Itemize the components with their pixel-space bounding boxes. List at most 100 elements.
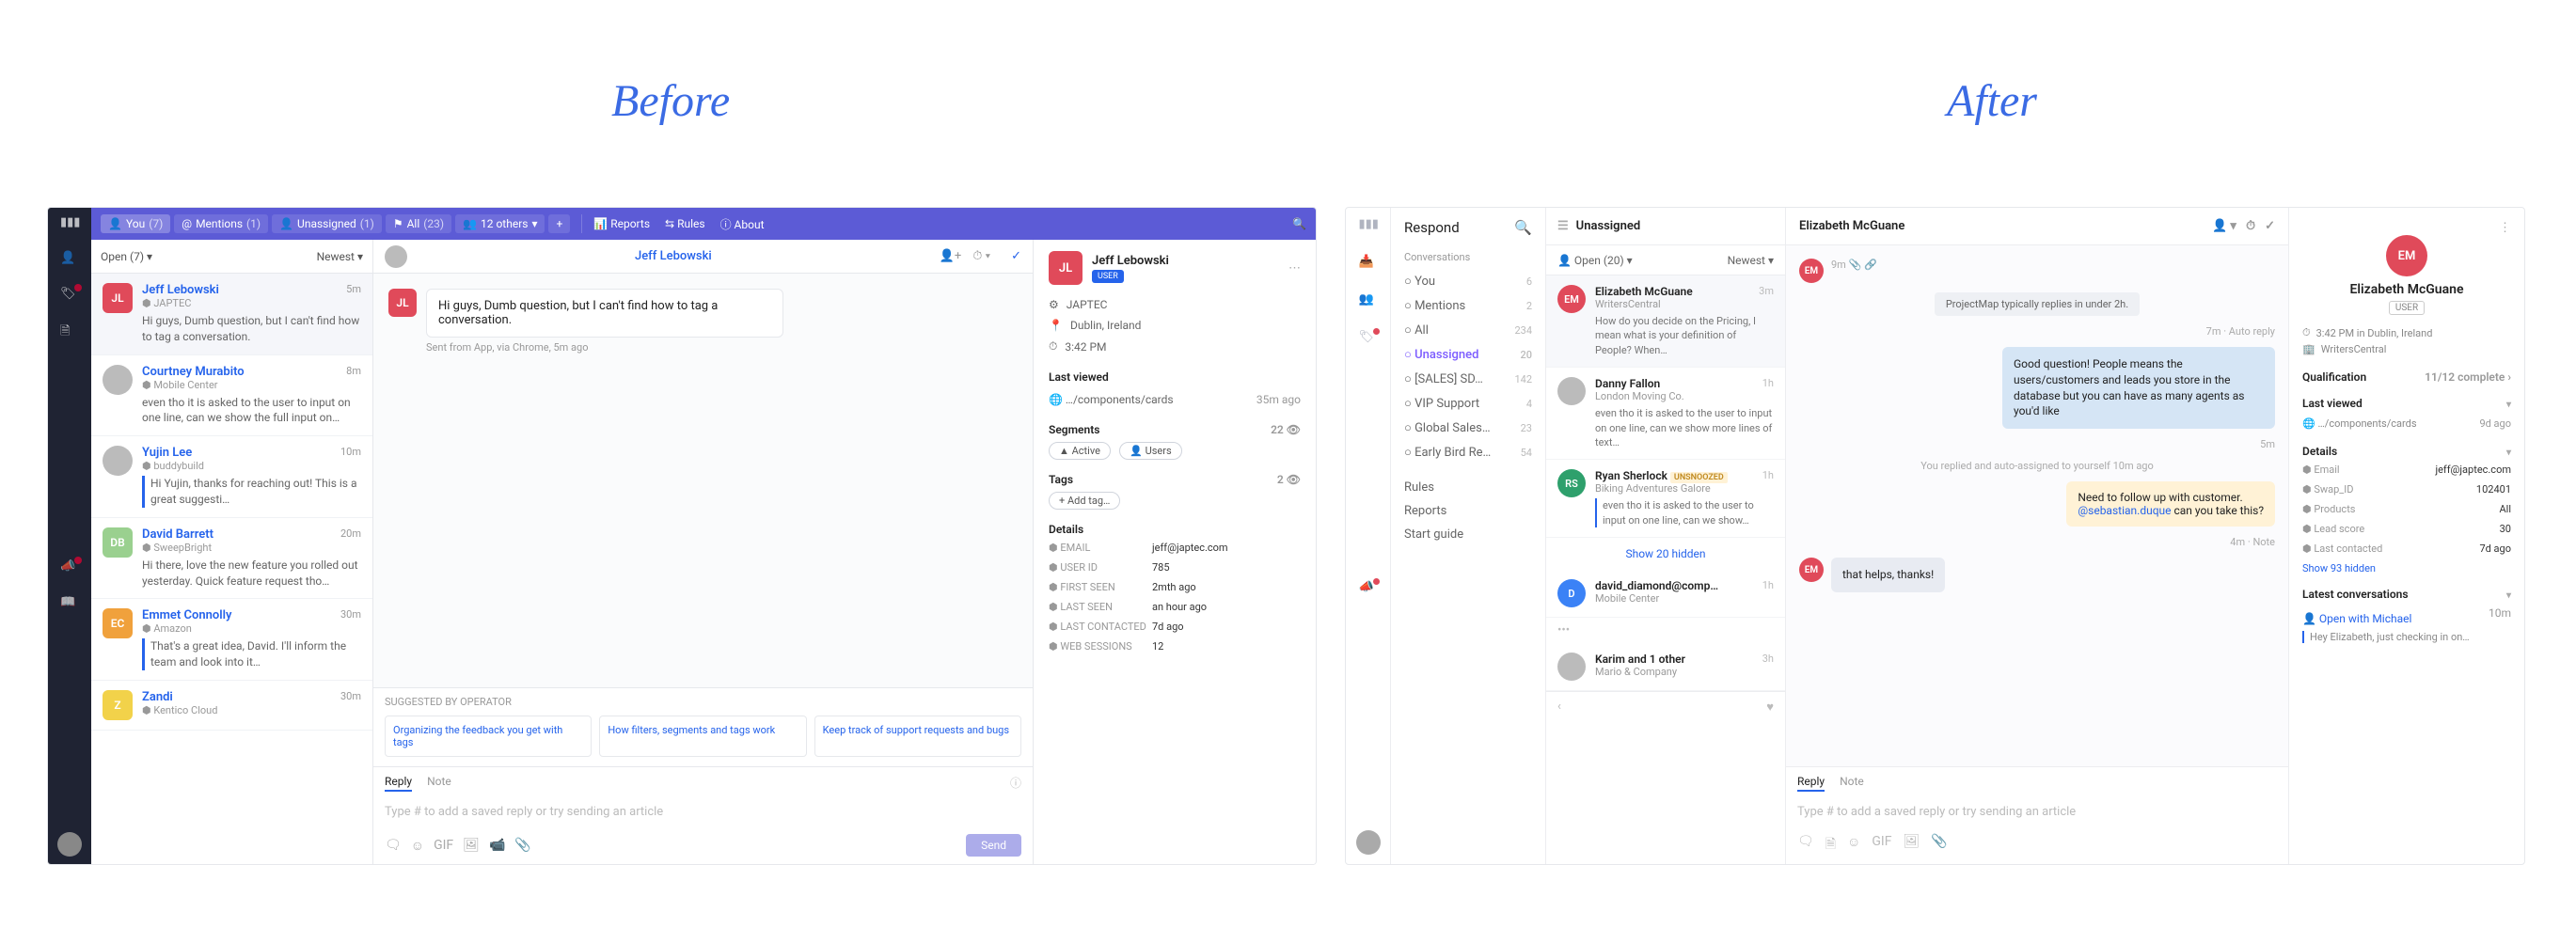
add-tag-button[interactable]: + Add tag… (1049, 492, 1120, 510)
tab-others[interactable]: 👥 12 others ▾ (455, 214, 545, 233)
logo-icon[interactable]: ▮▮▮ (1359, 217, 1378, 236)
nav-row[interactable]: ○ All234 (1404, 318, 1532, 342)
inbox-item[interactable]: Courtney Murabito8m ⬢ Mobile Center even… (91, 355, 372, 437)
nav-link-rules[interactable]: Rules (1404, 476, 1532, 499)
megaphone-icon[interactable]: 📣 (60, 559, 79, 578)
nav-row[interactable]: ○ Mentions2 (1404, 293, 1532, 318)
image-icon[interactable]: 🖼 (463, 838, 480, 854)
inbox-title: Unassigned (1576, 219, 1641, 233)
compose-input[interactable]: Type # to add a saved reply or try sendi… (1797, 797, 2277, 834)
info-icon[interactable]: ⓘ (1010, 775, 1021, 792)
note-bubble: Need to follow up with customer. @sebast… (2066, 481, 2275, 527)
tag-icon[interactable]: 🏷 (1359, 330, 1378, 349)
tab-unassigned[interactable]: 👤 Unassigned (1) (272, 214, 382, 233)
suggestion-card[interactable]: Organizing the feedback you get with tag… (385, 716, 592, 757)
article-icon[interactable]: 🗎 (1825, 834, 1836, 857)
people-icon[interactable]: 👥 (1359, 292, 1378, 311)
compose-tab-note[interactable]: Note (1840, 775, 1864, 792)
nav-row[interactable]: ○ VIP Support4 (1404, 391, 1532, 416)
nav-section-label: Conversations (1404, 251, 1532, 263)
logo-icon[interactable]: ▮▮▮ (60, 215, 79, 234)
latest-conversation-link[interactable]: 👤 Open with Michael (2302, 606, 2411, 631)
latest-conversations-title[interactable]: Latest conversations (2302, 588, 2511, 601)
user-avatar[interactable] (57, 832, 82, 857)
inbox-item[interactable]: DB David Barrett20m ⬢ SweepBright Hi the… (91, 518, 372, 600)
user-avatar[interactable] (1356, 830, 1381, 855)
inbox-item[interactable]: Yujin Lee10m ⬢ buddybuild Hi Yujin, than… (91, 436, 372, 518)
inbox-item[interactable]: Karim and 1 other 3h Mario & Company (1546, 643, 1785, 691)
snooze-icon[interactable]: ⏱ (2246, 219, 2255, 233)
search-icon[interactable]: 🔍 (1292, 217, 1306, 230)
inbox-icon[interactable]: 📥 (1359, 255, 1378, 274)
add-button[interactable]: + (548, 214, 570, 233)
assign-dropdown[interactable]: 👤 ▾ (2212, 219, 2236, 233)
menu-icon[interactable]: ☰ (1557, 219, 1569, 233)
inbox-item[interactable]: D david_diamond@comp… 1h Mobile Center (1546, 570, 1785, 618)
tab-mentions[interactable]: @ Mentions (1) (174, 214, 268, 233)
saved-reply-icon[interactable]: 🗨 (385, 838, 402, 854)
book-icon[interactable]: 📖 (60, 595, 79, 614)
nav-about[interactable]: ⓘ About (720, 216, 765, 232)
gif-icon[interactable]: GIF (434, 838, 453, 854)
document-icon[interactable]: 🗎 (60, 322, 79, 341)
nav-rules[interactable]: ⇆ Rules (665, 217, 705, 230)
segment-chip[interactable]: 👤 Users (1119, 442, 1182, 460)
inbox-item[interactable]: Z Zandi30m ⬢ Kentico Cloud (91, 681, 372, 731)
qualification-row[interactable]: Qualification11/12 complete › (2302, 370, 2511, 384)
attachment-icon[interactable]: 📎 (1931, 834, 1947, 857)
image-icon[interactable]: 🖼 (1903, 834, 1920, 857)
inbox-filter[interactable]: Open (7) ▾ (101, 250, 152, 263)
close-conv-icon[interactable]: ✓ (2265, 219, 2275, 233)
search-icon[interactable]: 🔍 (1514, 219, 1532, 236)
compose-tab-reply[interactable]: Reply (385, 775, 412, 792)
emoji-icon[interactable]: ☺ (1847, 834, 1860, 857)
close-panel-icon[interactable]: ‹ (1557, 700, 1561, 715)
gif-icon[interactable]: GIF (1872, 834, 1891, 857)
nav-row[interactable]: ○ Global Sales…23 (1404, 416, 1532, 440)
assign-icon[interactable]: 👤+ (940, 249, 962, 263)
compose-tab-reply[interactable]: Reply (1797, 775, 1825, 792)
inbox-sort[interactable]: Newest ▾ (317, 250, 363, 263)
nav-row[interactable]: ○ Early Bird Re…54 (1404, 440, 1532, 464)
inbox-item[interactable]: RS Ryan Sherlock UNSNOOZED1h Biking Adve… (1546, 460, 1785, 538)
suggestion-card[interactable]: Keep track of support requests and bugs (814, 716, 1021, 757)
inbox-item[interactable]: Danny Fallon 1h London Moving Co. even t… (1546, 368, 1785, 460)
tab-you[interactable]: 👤 You (7) (101, 214, 170, 233)
inbox-item[interactable]: EC Emmet Connolly30m ⬢ Amazon That's a g… (91, 599, 372, 681)
last-viewed-title[interactable]: Last viewed (2302, 397, 2511, 410)
tab-all[interactable]: ⚑ All (23) (386, 214, 451, 233)
send-button[interactable]: Send (966, 834, 1021, 857)
nav-link-reports[interactable]: Reports (1404, 499, 1532, 523)
video-icon[interactable]: 📹 (489, 838, 505, 854)
emoji-icon[interactable]: ☺ (411, 838, 424, 854)
user-icon[interactable]: 👤 (60, 251, 79, 270)
inbox-sort[interactable]: Newest ▾ (1728, 254, 1774, 267)
compose-input[interactable]: Type # to add a saved reply or try sendi… (385, 797, 1021, 834)
user-company: ⚙ JAPTEC (1049, 294, 1301, 315)
show-hidden-link[interactable]: Show 20 hidden (1546, 538, 1785, 570)
last-viewed-title: Last viewed (1049, 370, 1301, 384)
show-hidden-link[interactable]: Show 93 hidden (2302, 562, 2511, 574)
inbox-item[interactable]: EM Elizabeth McGuane 3m WritersCentral H… (1546, 275, 1785, 368)
more-icon[interactable]: ⋮ (2302, 221, 2511, 235)
mention[interactable]: @sebastian.duque (2078, 504, 2171, 517)
compose-tab-note[interactable]: Note (427, 775, 451, 792)
nav-reports[interactable]: 📊 Reports (593, 217, 650, 230)
attachment-icon[interactable]: 📎 (514, 838, 530, 854)
snooze-icon[interactable]: ⏱ ▾ (972, 249, 990, 263)
nav-link-start-guide[interactable]: Start guide (1404, 523, 1532, 546)
megaphone-icon[interactable]: 📣 (1359, 580, 1378, 599)
more-icon[interactable]: ⋯ (1288, 261, 1301, 275)
details-title[interactable]: Details (2302, 445, 2511, 458)
suggestion-card[interactable]: How filters, segments and tags work (599, 716, 806, 757)
segment-chip[interactable]: ▲ Active (1049, 442, 1111, 460)
nav-row[interactable]: ○ You6 (1404, 269, 1532, 293)
inbox-filter[interactable]: 👤 Open (20) ▾ (1557, 254, 1633, 267)
nav-row[interactable]: ○ Unassigned20 (1404, 342, 1532, 367)
saved-reply-icon[interactable]: 🗨 (1797, 834, 1814, 857)
close-conv-icon[interactable]: ✓ (1011, 249, 1021, 263)
nav-row[interactable]: ○ [SALES] SD…142 (1404, 367, 1532, 391)
heart-icon[interactable]: ♥ (1766, 700, 1774, 715)
inbox-item[interactable]: JL Jeff Lebowski5m ⬢ JAPTEC Hi guys, Dum… (91, 274, 372, 355)
tag-icon[interactable]: 🏷 (60, 287, 79, 306)
